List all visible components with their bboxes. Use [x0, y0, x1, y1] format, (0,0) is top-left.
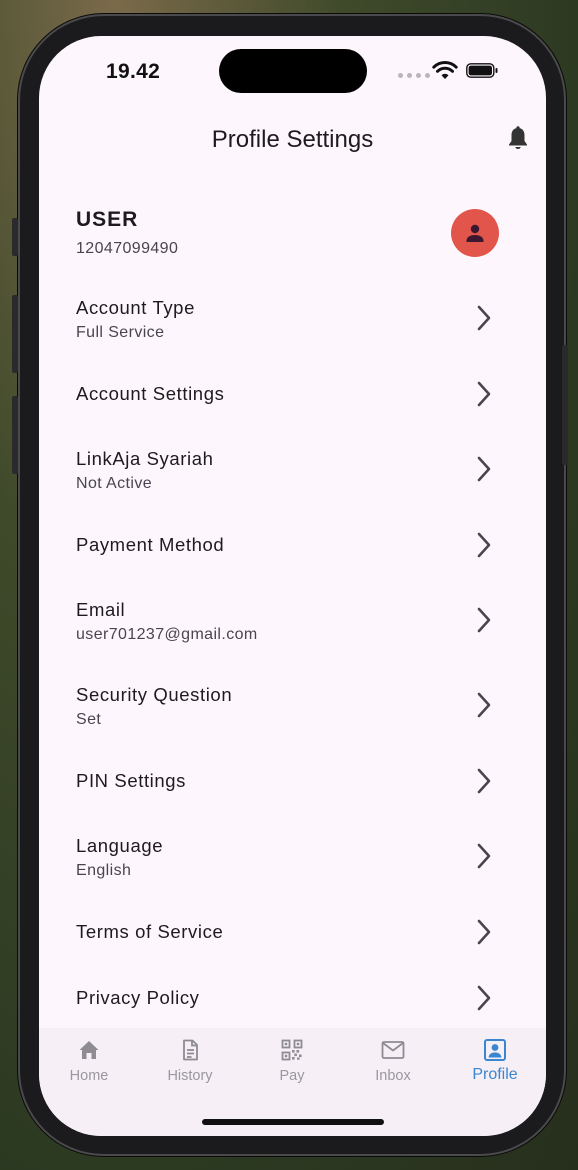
nav-label: History: [167, 1068, 213, 1084]
volume-up-button: [12, 295, 18, 373]
menu-item-label: Security Question: [76, 684, 233, 705]
home-icon: [79, 1041, 99, 1059]
nav-label: Inbox: [375, 1068, 411, 1084]
battery-icon: [466, 63, 498, 78]
user-name: USER: [76, 208, 139, 231]
menu-item-label: Terms of Service: [76, 921, 224, 942]
menu-item-account-type[interactable]: Account Type Full Service: [39, 294, 546, 354]
status-bar: 19.42: [39, 36, 546, 106]
menu-item-label: Account Settings: [76, 383, 225, 404]
menu-item-label: Account Type: [76, 297, 195, 318]
chevron-right-icon: [477, 843, 491, 869]
volume-down-button: [12, 396, 18, 474]
menu-item-language[interactable]: Language English: [39, 832, 546, 892]
nav-item-inbox[interactable]: Inbox: [343, 1028, 443, 1098]
menu-item-value: Full Service: [76, 324, 165, 341]
menu-item-security-question[interactable]: Security Question Set: [39, 681, 546, 741]
menu-item-linkaja-syariah[interactable]: LinkAja Syariah Not Active: [39, 445, 546, 505]
history-icon: [183, 1039, 198, 1061]
person-icon: [466, 224, 484, 242]
chevron-right-icon: [477, 381, 491, 407]
wifi-icon: [432, 61, 458, 79]
chevron-right-icon: [477, 456, 491, 482]
avatar[interactable]: [451, 209, 499, 257]
page-title: Profile Settings: [211, 126, 374, 153]
chevron-right-icon: [477, 607, 491, 633]
chevron-right-icon: [477, 305, 491, 331]
menu-item-account-settings[interactable]: Account Settings: [39, 370, 546, 430]
menu-item-value: English: [76, 862, 132, 879]
nav-label: Profile: [472, 1066, 518, 1083]
nav-item-home[interactable]: Home: [39, 1028, 139, 1098]
menu-item-pin-settings[interactable]: PIN Settings: [39, 757, 546, 817]
bell-icon[interactable]: [506, 126, 530, 152]
menu-item-value: user701237@gmail.com: [76, 626, 258, 643]
chevron-right-icon: [477, 692, 491, 718]
menu-item-value: Not Active: [76, 475, 153, 492]
menu-item-value: Set: [76, 711, 102, 728]
nav-label: Pay: [279, 1068, 305, 1084]
menu-item-label: LinkAja Syariah: [76, 448, 214, 469]
menu-item-privacy-policy[interactable]: Privacy Policy: [39, 974, 546, 1034]
nav-item-pay[interactable]: Pay: [242, 1028, 342, 1098]
silent-switch: [12, 218, 18, 256]
menu-item-label: Language: [76, 835, 164, 856]
menu-item-payment-method[interactable]: Payment Method: [39, 521, 546, 581]
page-header: Profile Settings: [39, 122, 546, 162]
menu-item-label: PIN Settings: [76, 770, 187, 791]
user-phone-number: 12047099490: [76, 240, 179, 257]
menu-item-label: Email: [76, 599, 126, 620]
menu-item-label: Privacy Policy: [76, 987, 200, 1008]
qr-code-icon: [281, 1039, 303, 1061]
chevron-right-icon: [477, 532, 491, 558]
chevron-right-icon: [477, 919, 491, 945]
chevron-right-icon: [477, 768, 491, 794]
power-button: [562, 345, 568, 465]
menu-item-email[interactable]: Email user701237@gmail.com: [39, 596, 546, 656]
menu-item-label: Payment Method: [76, 534, 225, 555]
chevron-right-icon: [477, 985, 491, 1011]
user-profile-row: USER 12047099490: [39, 204, 546, 274]
mail-icon: [381, 1041, 405, 1059]
app-screen: 19.42 Profile Settings USER 12047099490: [39, 36, 546, 1136]
dynamic-island: [219, 49, 367, 93]
status-time: 19.42: [106, 60, 161, 83]
nav-item-history[interactable]: History: [140, 1028, 240, 1098]
nav-item-profile[interactable]: Profile: [445, 1028, 545, 1098]
nav-label: Home: [69, 1068, 109, 1084]
profile-icon: [484, 1039, 506, 1061]
cellular-signal-icon: [398, 73, 430, 78]
home-indicator[interactable]: [202, 1119, 384, 1125]
menu-item-terms-of-service[interactable]: Terms of Service: [39, 908, 546, 968]
